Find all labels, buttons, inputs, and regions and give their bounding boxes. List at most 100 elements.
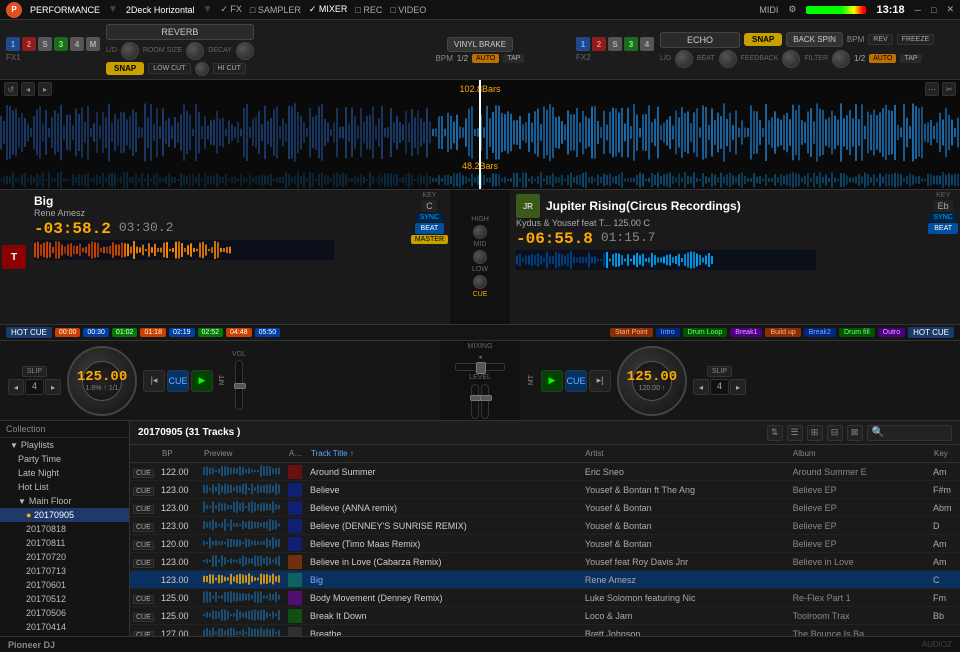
fx1-num3[interactable]: 3	[54, 37, 68, 51]
track-cue[interactable]: CUE	[130, 539, 158, 549]
col-artist[interactable]: Artist	[581, 449, 789, 458]
sidebar-item-playlists[interactable]: ▼Playlists	[0, 438, 129, 452]
deck-left-master[interactable]: MASTER	[411, 235, 448, 244]
sidebar-item-20170713[interactable]: 20170713	[0, 564, 129, 578]
fx1-num2[interactable]: 2	[22, 37, 36, 51]
fx1-numm[interactable]: M	[86, 37, 100, 51]
track-row[interactable]: CUE123.00BelieveYousef & Bontan ft The A…	[130, 481, 960, 499]
fx2-num3[interactable]: 3	[624, 37, 638, 51]
track-title[interactable]: Body Movement (Denney Remix)	[307, 593, 582, 603]
hc-break1[interactable]: Break1	[730, 328, 762, 337]
mid-knob[interactable]	[473, 250, 487, 264]
hc-outro[interactable]: Outro	[878, 328, 906, 337]
fx1-num4[interactable]: 4	[70, 37, 84, 51]
track-row[interactable]: CUE123.00Believe (DENNEY'S SUNRISE REMIX…	[130, 517, 960, 535]
midi-label[interactable]: MIDI	[759, 5, 778, 15]
sidebar-item-20170601[interactable]: 20170601	[0, 578, 129, 592]
sidebar-item-20170811[interactable]: 20170811	[0, 536, 129, 550]
track-row[interactable]: CUE125.00Body Movement (Denney Remix)Luk…	[130, 589, 960, 607]
waveform-tool1[interactable]: ⋯	[925, 82, 939, 96]
right-play-btn[interactable]: ▶	[541, 370, 563, 392]
hc-drumloop[interactable]: Drum Loop	[683, 328, 728, 337]
hc-startpoint[interactable]: Start Point	[610, 328, 653, 337]
layout-selector[interactable]: 2Deck Horizontal	[126, 5, 195, 15]
sort-btn[interactable]: ⇅	[767, 425, 783, 441]
col-bp[interactable]: BP	[158, 449, 200, 458]
col-artwork[interactable]: Artwork	[285, 449, 307, 458]
collection-label[interactable]: Collection	[6, 424, 46, 434]
track-title[interactable]: Around Summer	[307, 467, 582, 477]
track-title[interactable]: Believe (DENNEY'S SUNRISE REMIX)	[307, 521, 582, 531]
fx2-knob1[interactable]	[675, 50, 693, 68]
deck-left-beat[interactable]: BEAT	[415, 223, 445, 234]
left-loop-plus[interactable]: ▸	[45, 379, 61, 395]
auto-btn[interactable]: AUTO	[472, 54, 499, 63]
hotcue-right-btn[interactable]: HOT CUE	[908, 327, 954, 338]
deck-right-sync[interactable]: SYNC	[929, 213, 956, 222]
sidebar-item-latenight[interactable]: Late Night	[0, 466, 129, 480]
track-title[interactable]: Believe (ANNA remix)	[307, 503, 582, 513]
hc-drumfill[interactable]: Drum fill	[839, 328, 875, 337]
right-slip[interactable]: SLIP	[707, 366, 732, 377]
sidebar-item-20170506[interactable]: 20170506	[0, 606, 129, 620]
sidebar-item-partytime[interactable]: Party Time	[0, 452, 129, 466]
track-cue[interactable]: CUE	[130, 611, 158, 621]
track-title[interactable]: Breathe	[307, 629, 582, 637]
fx2-knob4[interactable]	[832, 50, 850, 68]
right-loop-minus[interactable]: ◂	[693, 379, 709, 395]
zoom-in-btn[interactable]: ◂	[21, 82, 35, 96]
minimize-btn[interactable]: ─	[915, 5, 921, 15]
track-cue[interactable]: CUE	[130, 629, 158, 637]
left-loop-minus[interactable]: ◂	[8, 379, 24, 395]
fx1-num1[interactable]: 1	[6, 37, 20, 51]
fx2-name[interactable]: ECHO	[660, 32, 740, 48]
track-cue[interactable]: CUE	[130, 557, 158, 567]
left-jog-wheel[interactable]: 125.00 1.6% ↑ 1/1	[67, 346, 137, 416]
sidebar-item-20170414[interactable]: 20170414	[0, 620, 129, 634]
cp-0[interactable]: 00:00	[55, 328, 81, 337]
vinyl-brake[interactable]: VINYL BRAKE	[447, 37, 513, 52]
fx2-nums[interactable]: S	[608, 37, 622, 51]
tap-btn[interactable]: TAP	[503, 54, 524, 63]
back-spin[interactable]: BACK SPIN	[786, 32, 843, 47]
sidebar-item-20170720[interactable]: 20170720	[0, 550, 129, 564]
cp-2[interactable]: 01:02	[112, 328, 138, 337]
cp-6[interactable]: 04:48	[226, 328, 252, 337]
track-title[interactable]: Break It Down	[307, 611, 582, 621]
track-cue[interactable]: CUE	[130, 593, 158, 603]
hotcue-left-btn[interactable]: HOT CUE	[6, 327, 52, 338]
sidebar-item-20170818[interactable]: 20170818	[0, 522, 129, 536]
cp-1[interactable]: 00:30	[83, 328, 109, 337]
low-knob[interactable]	[473, 275, 487, 289]
fx2-snap[interactable]: SNAP	[744, 33, 782, 46]
left-cue-btn[interactable]: CUE	[167, 370, 189, 392]
list-view-btn[interactable]: ☰	[787, 425, 803, 441]
settings-icon[interactable]: ⚙	[788, 4, 796, 15]
hc-intro[interactable]: Intro	[656, 328, 680, 337]
fx1-knob3[interactable]	[236, 42, 254, 60]
fx1-lowcut-knob[interactable]	[195, 62, 209, 76]
col-album[interactable]: Album	[789, 449, 930, 458]
mixer-toggle[interactable]: ✓ MIXER	[309, 4, 348, 15]
deck-left-key[interactable]: C	[422, 200, 437, 212]
search-input[interactable]	[887, 428, 947, 438]
fx1-name[interactable]: REVERB	[106, 24, 254, 40]
maximize-btn[interactable]: □	[931, 5, 936, 15]
col-preview[interactable]: Preview	[200, 449, 285, 458]
track-row[interactable]: CUE125.00Break It DownLoco & JamToolroom…	[130, 607, 960, 625]
cover-view-btn[interactable]: ⊟	[827, 425, 843, 441]
track-cue[interactable]: CUE	[130, 521, 158, 531]
right-jog-wheel[interactable]: 125.00 120.00 ↑	[617, 346, 687, 416]
track-row[interactable]: CUE122.00Around SummerEric SneoAround Su…	[130, 463, 960, 481]
track-row[interactable]: 123.00BigRene AmeszC	[130, 571, 960, 589]
sampler-toggle[interactable]: □ SAMPLER	[250, 5, 301, 15]
right-loop-plus[interactable]: ▸	[730, 379, 746, 395]
fx2-freeze[interactable]: FREEZE	[897, 34, 935, 45]
col-title[interactable]: Track Title ↑	[307, 449, 581, 458]
cp-3[interactable]: 01:18	[140, 328, 166, 337]
rec-toggle[interactable]: □ REC	[355, 5, 382, 15]
fx2-num1[interactable]: 1	[576, 37, 590, 51]
cp-4[interactable]: 02:19	[169, 328, 195, 337]
zoom-out-btn[interactable]: ▸	[38, 82, 52, 96]
fx2-knob3[interactable]	[782, 50, 800, 68]
